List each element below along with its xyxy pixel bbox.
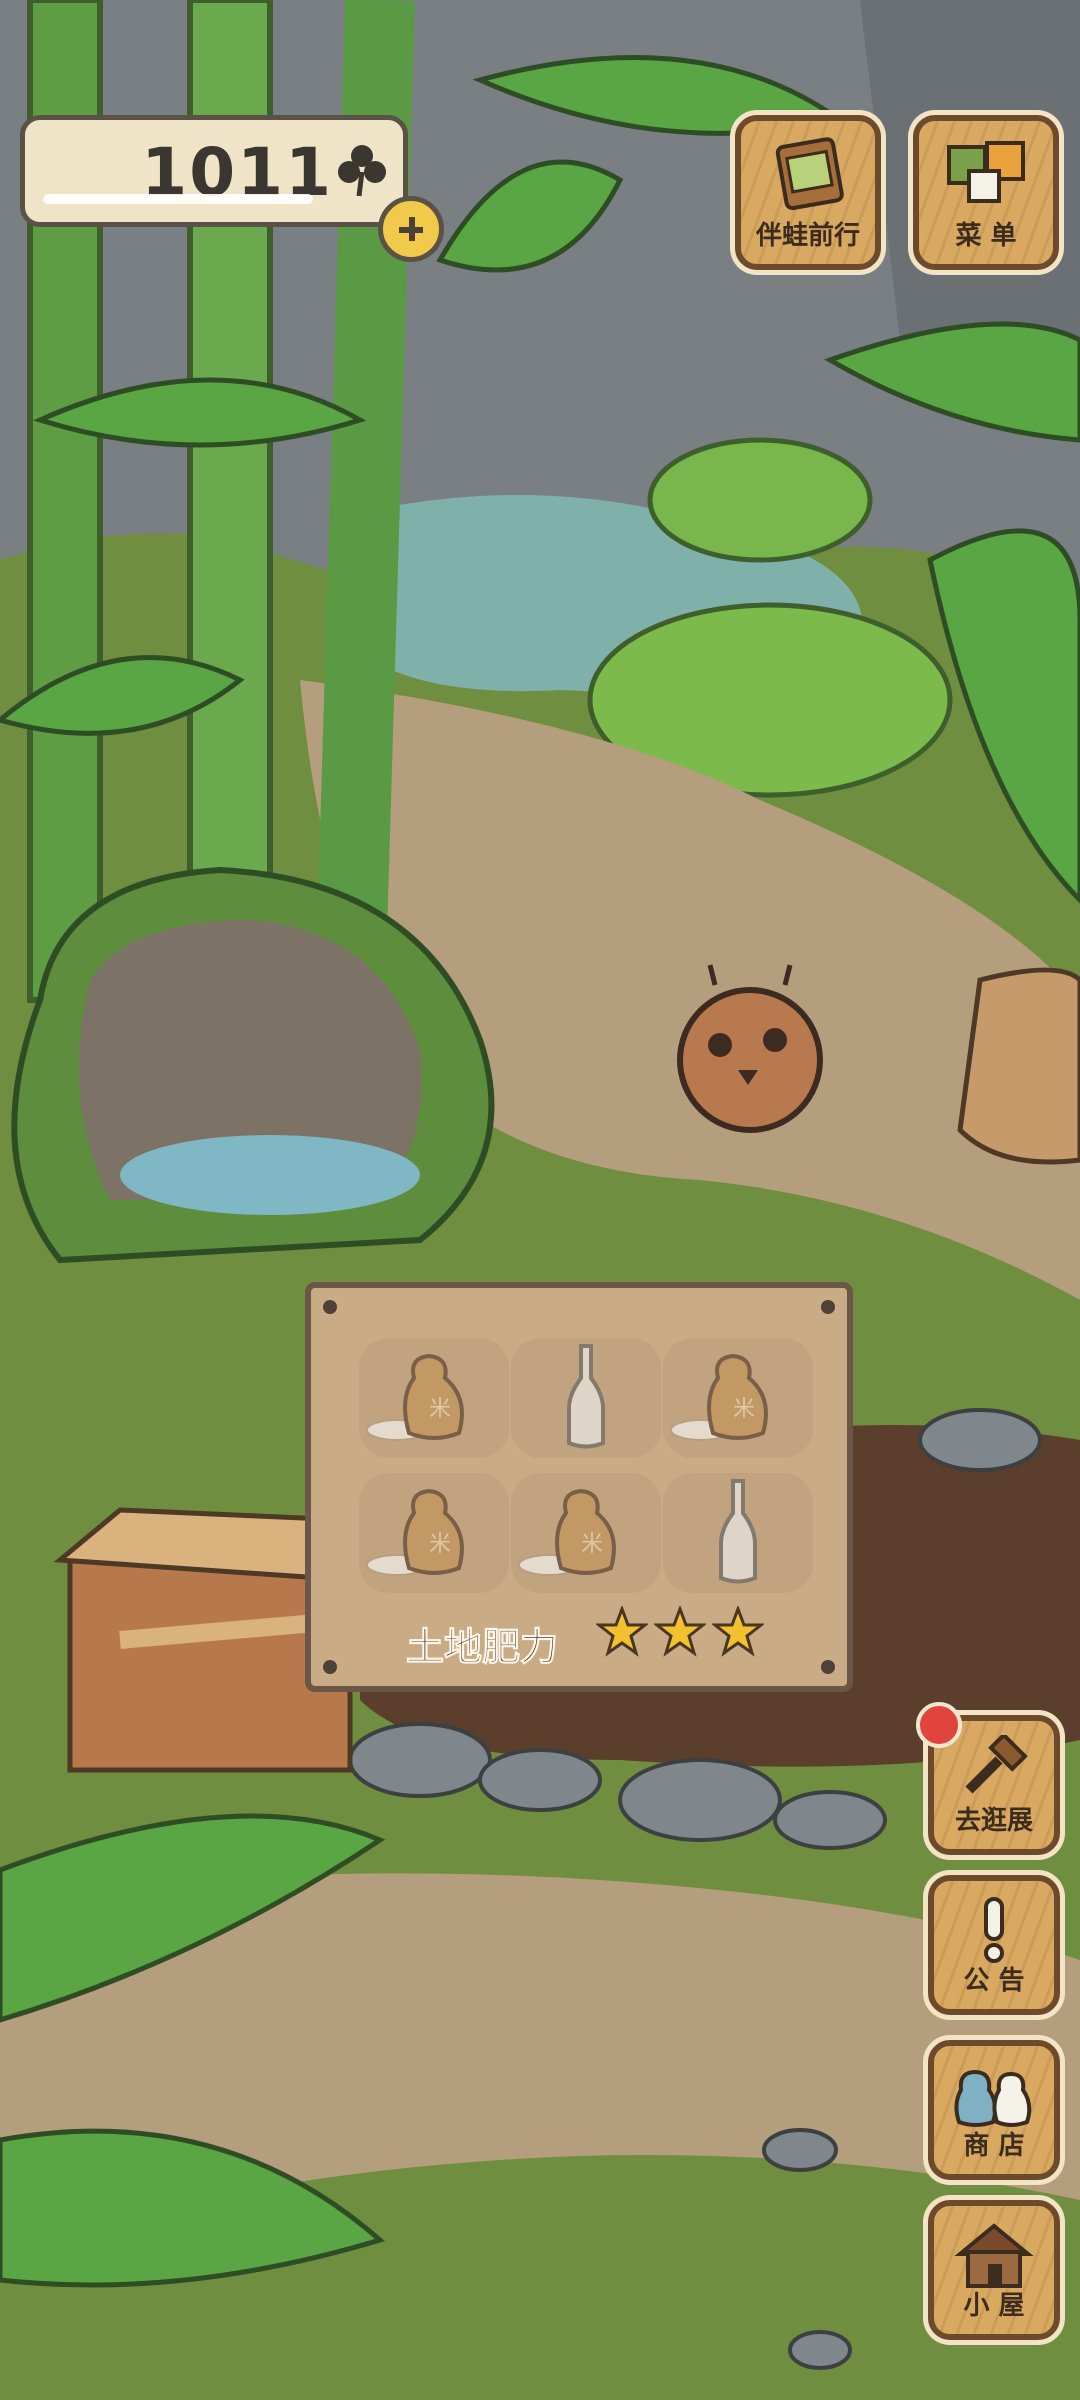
menu-button[interactable]: 菜 单 [913, 115, 1059, 270]
menu-label: 菜 单 [955, 221, 1017, 251]
star-icon [712, 1606, 764, 1657]
crop-slot-3[interactable]: 米 [663, 1338, 813, 1458]
notice-button[interactable]: 公 告 [928, 1875, 1060, 2015]
soil-fertility-label: 土地肥力 [405, 1625, 559, 1670]
slot-bg [511, 1473, 661, 1593]
shop-button[interactable]: 商 店 [928, 2040, 1060, 2180]
house-icon [954, 2223, 1034, 2288]
crop-slot-5[interactable]: 米 [511, 1473, 661, 1593]
photo-album-icon [775, 137, 844, 211]
fertility-stars [596, 1606, 764, 1658]
board-nail [821, 1660, 835, 1674]
board-nail [821, 1300, 835, 1314]
counter-underline [43, 194, 313, 204]
slot-bg [663, 1338, 813, 1458]
star-icon [654, 1606, 706, 1657]
notification-badge [916, 1702, 962, 1748]
board-nail [323, 1300, 337, 1314]
shop-label: 商 店 [963, 2131, 1025, 2161]
garden-scene-background [0, 0, 1080, 2400]
crop-slot-6[interactable] [663, 1473, 813, 1593]
crop-slot-1[interactable]: 米 [359, 1338, 509, 1458]
notice-label: 公 告 [963, 1966, 1025, 1996]
clover-icon [338, 145, 386, 197]
hammer-icon [965, 1735, 1028, 1794]
exclamation-icon [984, 1897, 1004, 1963]
clover-counter: 1011 [20, 115, 408, 227]
star-icon [596, 1606, 648, 1657]
crop-slot-4[interactable]: 米 [359, 1473, 509, 1593]
slot-bg [663, 1473, 813, 1593]
exhibition-label: 去逛展 [954, 1806, 1033, 1836]
crop-slot-2[interactable] [511, 1338, 661, 1458]
add-clover-button[interactable] [378, 196, 444, 262]
slot-bg [511, 1338, 661, 1458]
slot-bg [359, 1473, 509, 1593]
shop-bags-icon [954, 2069, 1032, 2127]
board-nail [323, 1660, 337, 1674]
house-button[interactable]: 小 屋 [928, 2200, 1060, 2340]
menu-cards-icon [947, 141, 1025, 203]
travel-label: 伴蛙前行 [755, 221, 860, 251]
garden-plot-board[interactable]: 米 米 米 米 土地肥力 [305, 1282, 853, 1692]
house-label: 小 屋 [963, 2291, 1025, 2321]
travel-with-frog-button[interactable]: 伴蛙前行 [735, 115, 881, 270]
slot-bg [359, 1338, 509, 1458]
